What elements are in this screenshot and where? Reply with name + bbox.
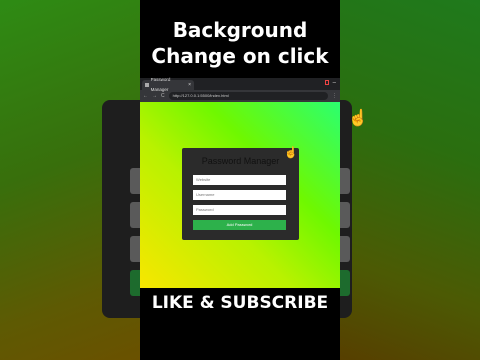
password-input[interactable]: Password xyxy=(193,205,286,215)
window-control-icon[interactable] xyxy=(324,80,329,85)
window-minimize-icon[interactable]: – xyxy=(333,80,336,86)
tab-close-icon[interactable]: × xyxy=(188,80,191,90)
page-favicon-icon xyxy=(145,83,149,87)
add-password-button[interactable]: Add Password xyxy=(193,220,286,230)
website-input[interactable]: Website xyxy=(193,175,286,185)
page-viewport[interactable]: Password Manager Website Username Passwo… xyxy=(140,102,340,288)
caption-line-1: Background xyxy=(172,18,308,42)
pointer-cursor-icon: ☝ xyxy=(348,110,368,127)
tab-bar: Password Manager × – xyxy=(140,77,340,92)
tab-title: Password Manager xyxy=(150,77,171,92)
username-input[interactable]: Username xyxy=(193,190,286,200)
browser-menu-icon[interactable]: ⋮ xyxy=(332,93,337,99)
caption-bottom: LIKE & SUBSCRIBE xyxy=(151,293,329,313)
browser-tab[interactable]: Password Manager × xyxy=(142,77,194,92)
window-controls: – xyxy=(324,80,336,86)
back-icon[interactable]: ← xyxy=(143,93,148,99)
right-background xyxy=(340,0,480,360)
pointer-cursor-icon: ☝ xyxy=(284,147,298,159)
caption-line-2: Change on click xyxy=(151,44,329,68)
app-title: Password Manager xyxy=(201,156,280,166)
browser-window: Password Manager × – ← → C http://127.0.… xyxy=(140,77,340,288)
password-manager-card: Password Manager Website Username Passwo… xyxy=(182,148,299,240)
url-field[interactable]: http://127.0.0.1:5500/index.html xyxy=(168,92,328,100)
